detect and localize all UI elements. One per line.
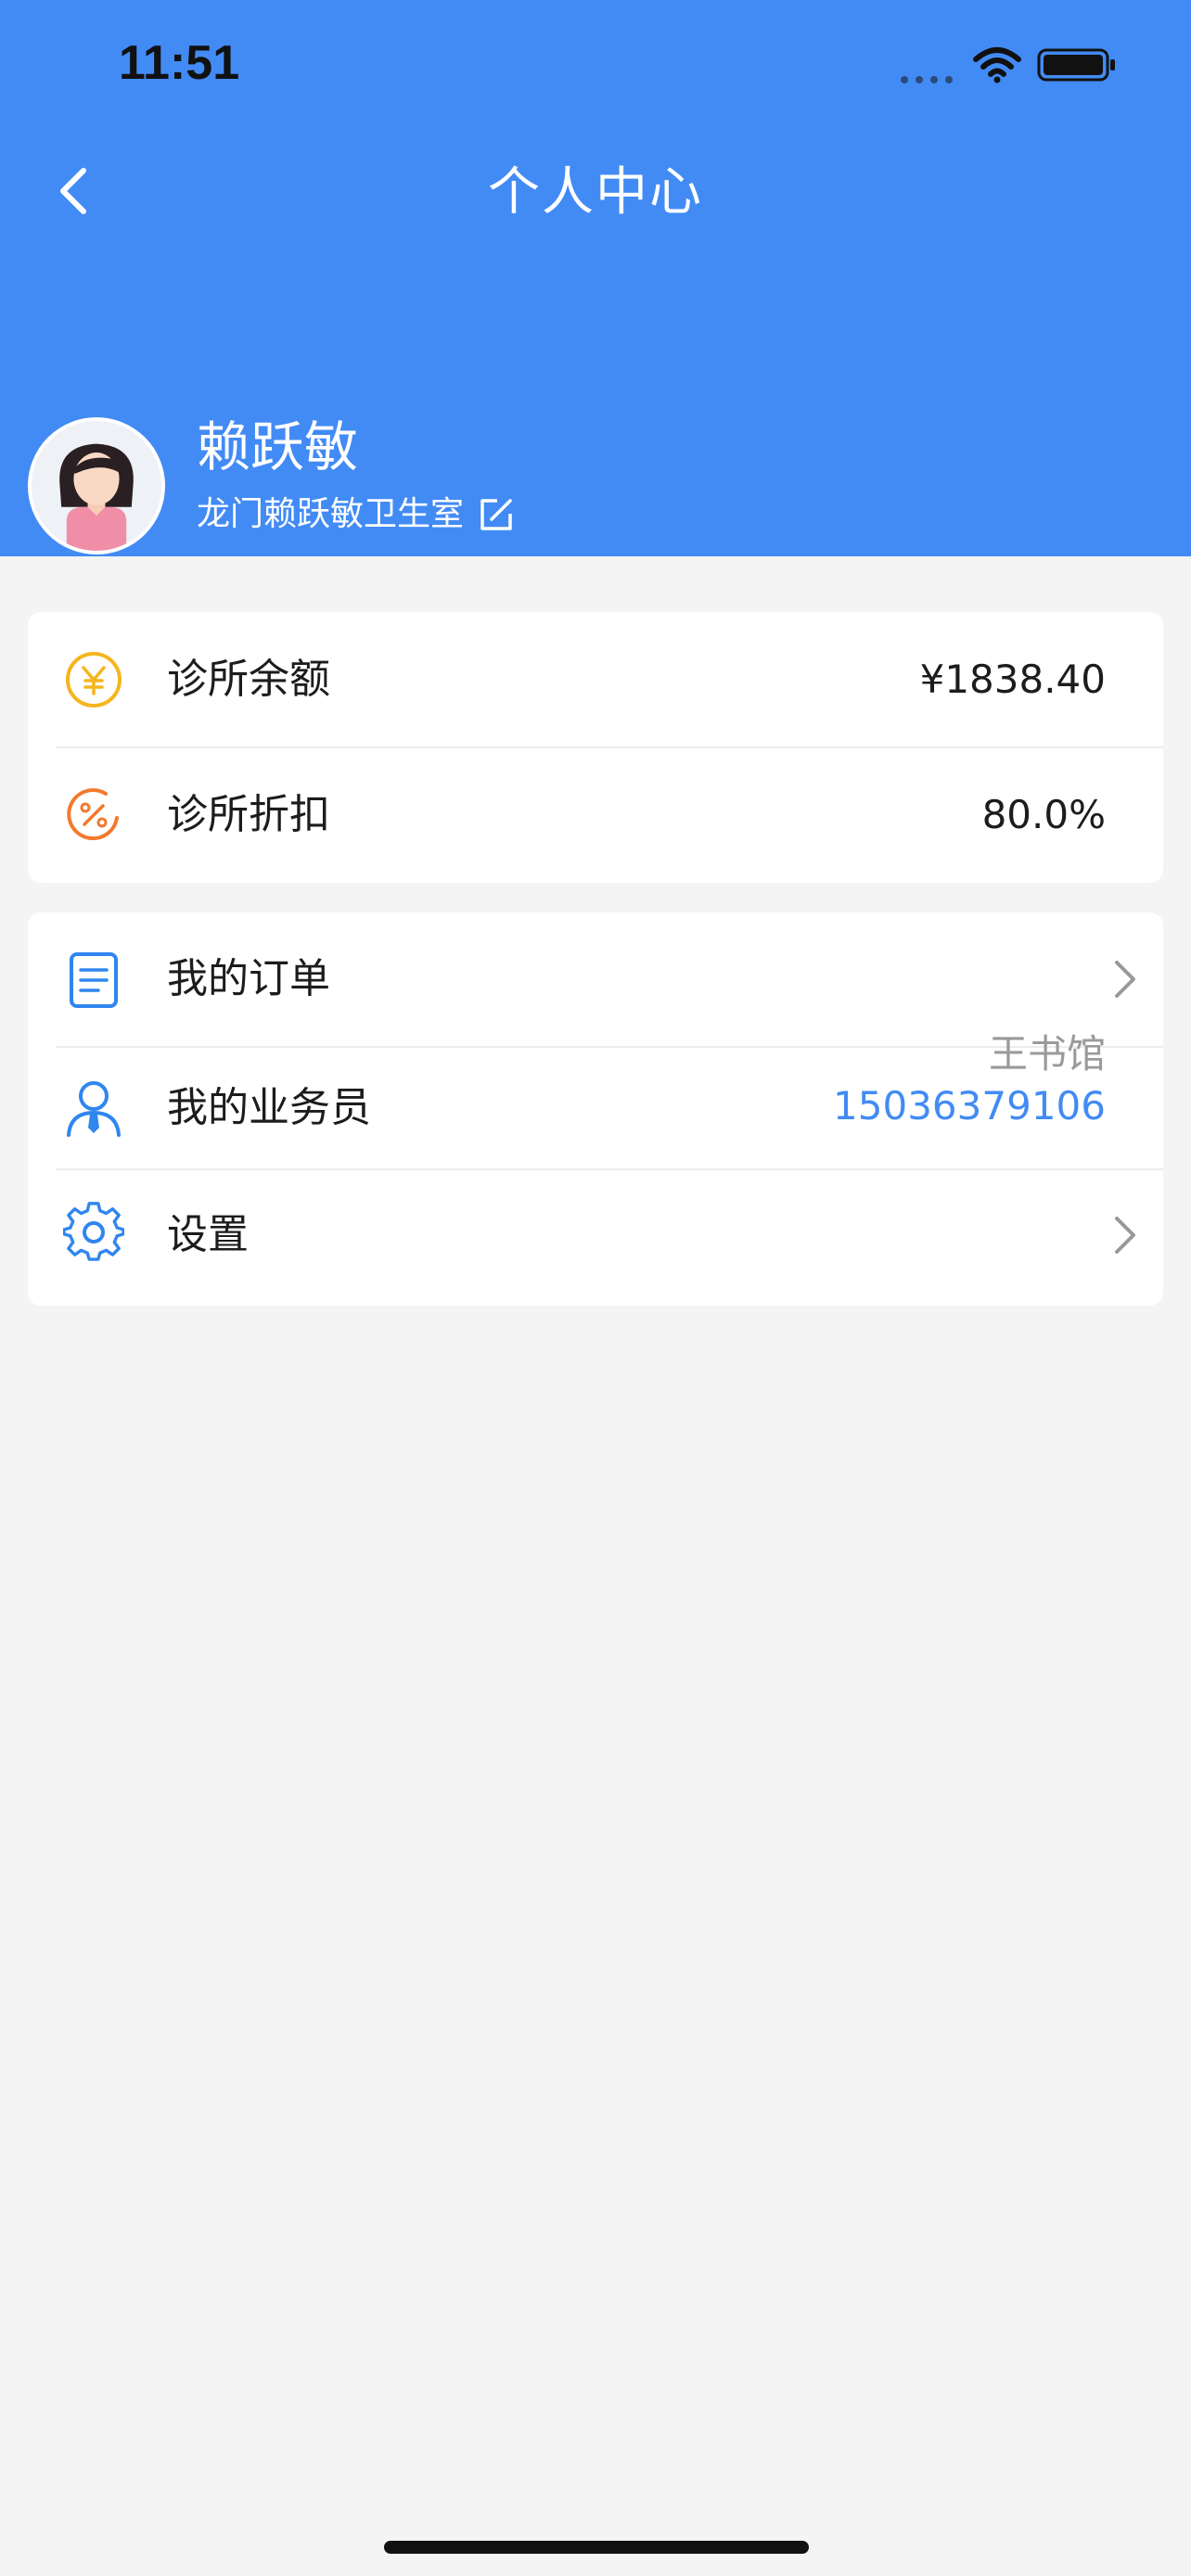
- chevron-right-icon: [1115, 1217, 1135, 1254]
- balance-value: ¥1838.40: [919, 657, 1106, 702]
- discount-value: 80.0%: [981, 792, 1106, 837]
- page-title: 个人中心: [488, 162, 703, 223]
- status-time: 11:51: [119, 36, 240, 90]
- avatar-illustration: [32, 421, 161, 551]
- gear-icon: [63, 1202, 124, 1261]
- balance-label: 诊所余额: [167, 656, 330, 703]
- menu-card: 我的订单 我的业务员 王书馆 15036379106 设置: [28, 912, 1163, 1306]
- edit-icon[interactable]: [477, 495, 516, 534]
- wifi-icon: [973, 47, 1021, 83]
- percent-coin-icon: [67, 788, 119, 841]
- settings-row[interactable]: 设置: [28, 1170, 1163, 1306]
- user-name: 赖跃敏: [197, 415, 359, 478]
- signal-icon: [901, 76, 953, 83]
- salesperson-label: 我的业务员: [167, 1084, 371, 1131]
- discount-label: 诊所折扣: [167, 791, 330, 838]
- salesperson-name: 王书馆: [988, 1031, 1106, 1077]
- person-tie-icon: [67, 1081, 121, 1137]
- my-orders-label: 我的订单: [167, 955, 330, 1002]
- salesperson-row[interactable]: 我的业务员 王书馆 15036379106: [28, 1031, 1163, 1168]
- account-card: 诊所余额 ¥1838.40 诊所折扣 80.0%: [28, 612, 1163, 883]
- document-icon: [70, 952, 118, 1008]
- yen-coin-icon: [66, 652, 122, 708]
- battery-icon: [1037, 48, 1115, 82]
- balance-row: 诊所余额 ¥1838.40: [28, 612, 1163, 747]
- my-orders-row[interactable]: 我的订单: [28, 912, 1163, 1046]
- avatar[interactable]: [28, 417, 165, 555]
- profile-header: 11:51 个人中心 赖跃敏 龙门赖跃敏卫生室: [0, 0, 1191, 556]
- chevron-right-icon: [1115, 961, 1135, 998]
- discount-row: 诊所折扣 80.0%: [28, 747, 1163, 883]
- clinic-name: 龙门赖跃敏卫生室: [197, 495, 465, 533]
- salesperson-phone[interactable]: 15036379106: [833, 1081, 1106, 1131]
- home-indicator: [384, 2541, 809, 2554]
- status-bar: 11:51: [0, 0, 1191, 139]
- clinic-row: 龙门赖跃敏卫生室: [197, 491, 516, 538]
- settings-label: 设置: [167, 1211, 249, 1258]
